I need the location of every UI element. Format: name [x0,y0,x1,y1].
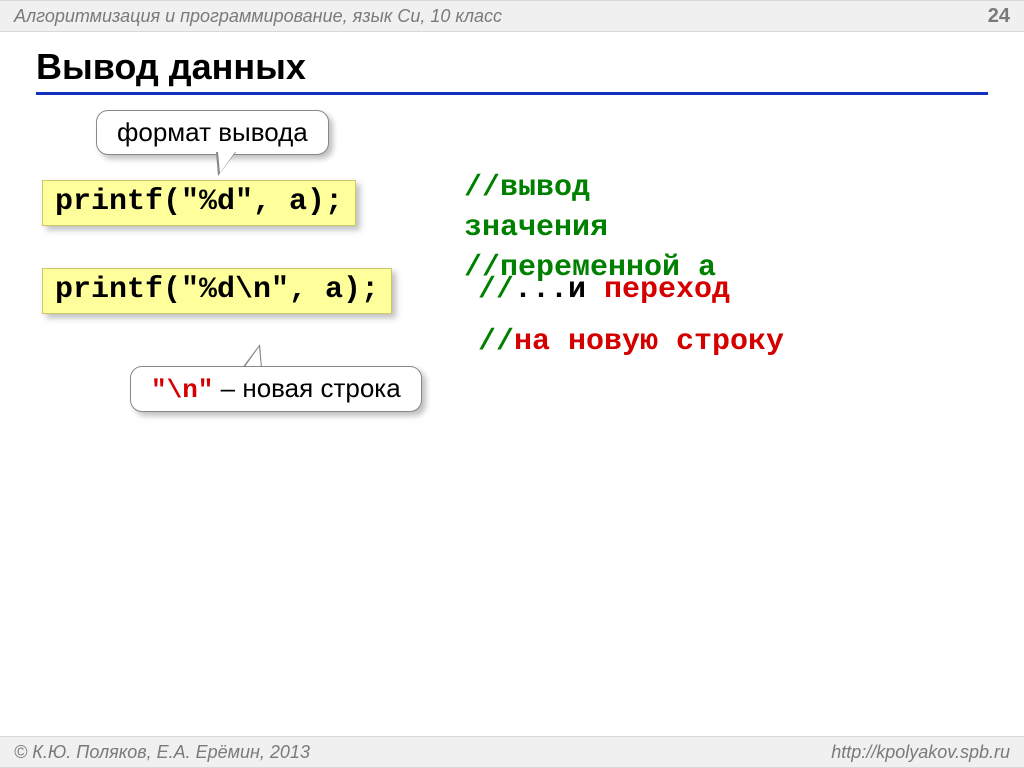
callout-n-dash: – [213,373,242,403]
callout-format-text: формат вывода [117,117,308,147]
comment-dots: ...и [514,273,604,307]
comment-value-l1: //вывод [464,168,590,208]
callout-format: формат вывода [96,110,329,155]
subject-label: Алгоритмизация и программирование, язык … [14,6,502,27]
comment-value-l2: значения [464,208,608,248]
slide-header: Алгоритмизация и программирование, язык … [0,0,1024,32]
comment-newline-text: на новую строку [514,325,784,359]
comment-newline-1: //...и переход [478,270,730,310]
comment-slashes: // [478,273,514,307]
comment-slashes-2: // [478,325,514,359]
callout-n-code: "\n" [151,375,213,405]
slide-title: Вывод данных [36,46,988,95]
comment-newline-2: //на новую строку [478,322,784,362]
code-printf-1: printf("%d", a); [42,180,356,226]
code-printf-2: printf("%d\n", a); [42,268,392,314]
callout-n-text: новая строка [242,373,400,403]
page-number: 24 [988,5,1010,28]
footer-url: http://kpolyakov.spb.ru [831,742,1010,763]
slide-footer: © К.Ю. Поляков, Е.А. Ерёмин, 2013 http:/… [0,736,1024,768]
copyright: © К.Ю. Поляков, Е.А. Ерёмин, 2013 [14,742,310,763]
comment-perehod: переход [604,273,730,307]
callout-n: "\n" – новая строка [130,366,422,412]
